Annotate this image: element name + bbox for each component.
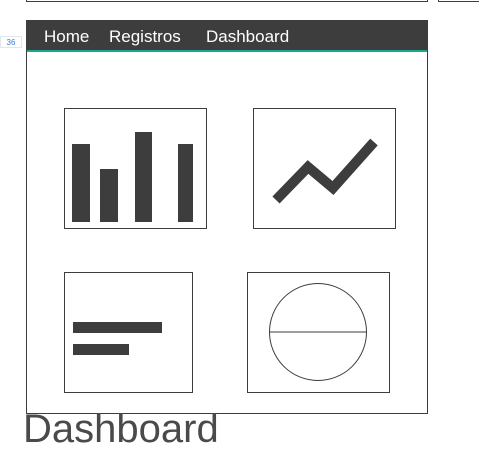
nav-link-home[interactable]: Home	[44, 27, 89, 47]
nav-link-registros[interactable]: Registros	[109, 27, 181, 47]
line-number-marker: 36	[0, 36, 22, 48]
nav-link-dashboard[interactable]: Dashboard	[206, 27, 289, 47]
top-border-fragment	[26, 0, 428, 2]
page-title: Dashboard	[23, 407, 219, 451]
horizontal-bar-chart-tile[interactable]	[64, 272, 193, 393]
bar-chart-tile[interactable]	[64, 108, 207, 229]
bar-chart-icon	[72, 132, 193, 222]
top-border-fragment-right	[438, 0, 479, 2]
pie-chart-icon	[269, 283, 367, 381]
horizontal-bar-chart-icon	[73, 322, 162, 355]
pie-chart-tile[interactable]	[247, 272, 390, 393]
top-navbar: Home Registros Dashboard	[27, 21, 427, 52]
line-chart-tile[interactable]	[253, 108, 396, 229]
dashboard-frame: Home Registros Dashboard	[26, 20, 428, 414]
line-chart-icon	[272, 138, 378, 204]
